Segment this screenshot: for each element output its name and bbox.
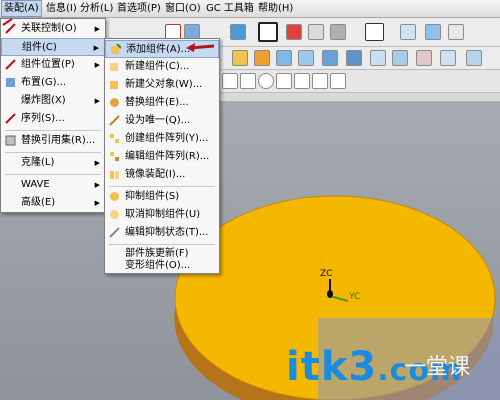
menu-gc-toolbox[interactable]: GC 工具箱 — [204, 1, 256, 16]
menu-item-cloning[interactable]: 克隆(L) ▶ — [1, 154, 105, 172]
layer-icon[interactable] — [400, 24, 416, 40]
menu-item-deformable-component[interactable]: 变形组件(O)... — [105, 259, 219, 273]
menu-help[interactable]: 帮助(H) — [256, 1, 295, 16]
watermark-cn: 一堂课 — [404, 355, 471, 380]
sweep-icon[interactable] — [322, 50, 338, 66]
extrude-icon[interactable] — [254, 50, 270, 66]
hidden-line-icon[interactable] — [330, 24, 346, 40]
unsuppress-icon — [110, 210, 119, 219]
menu-item-relationship-control[interactable]: 关联控制(O) ▶ — [1, 20, 105, 38]
replace-component-icon — [110, 98, 119, 107]
yc-label: YC — [348, 292, 360, 302]
snap-center-icon[interactable] — [258, 73, 274, 89]
surface-icon[interactable] — [232, 50, 248, 66]
make-unique-icon — [109, 115, 120, 126]
menu-item-new-component[interactable]: 新建组件(C)... — [105, 58, 219, 76]
menu-item-component-position[interactable]: 组件位置(P) ▶ — [1, 56, 105, 74]
menubar: 装配(A) 信息(I) 分析(L) 首选项(P) 窗口(O) GC 工具箱 帮助… — [0, 0, 500, 18]
snap-midpoint-icon[interactable] — [240, 73, 256, 89]
menu-item-components[interactable]: 组件(C) ▶ — [1, 38, 105, 56]
reference-set-icon — [5, 135, 16, 146]
edit-suppression-icon — [109, 227, 120, 238]
menu-item-arrangements[interactable]: 布置(G)... — [1, 74, 105, 92]
menu-analysis[interactable]: 分析(L) — [78, 1, 115, 16]
menu-item-replace-reference-set[interactable]: 替换引用集(R)... — [1, 132, 105, 150]
offset-icon[interactable] — [440, 50, 456, 66]
menu-item-create-component-array[interactable]: 创建组件阵列(Y)... — [105, 130, 219, 148]
snap-point-icon[interactable] — [312, 73, 328, 89]
snap-intersection-icon[interactable] — [294, 73, 310, 89]
snap-endpoint-icon[interactable] — [222, 73, 238, 89]
blend-icon[interactable] — [346, 50, 362, 66]
background-color-icon[interactable] — [365, 23, 384, 41]
menu-preferences[interactable]: 首选项(P) — [115, 1, 163, 16]
menu-item-mirror-assembly[interactable]: 镜像装配(I)... — [105, 166, 219, 184]
menu-assembly[interactable]: 装配(A) — [1, 0, 42, 17]
render-style-icon[interactable] — [258, 22, 278, 42]
edit-array-icon — [110, 152, 119, 161]
menu-item-replace-component[interactable]: 替换组件(E)... — [105, 94, 219, 112]
menu-separator — [5, 130, 101, 131]
menu-separator — [5, 174, 101, 175]
snap-control-icon[interactable] — [276, 73, 292, 89]
menu-window[interactable]: 窗口(O) — [163, 1, 203, 16]
menu-item-edit-suppression-state[interactable]: 编辑抑制状态(T)... — [105, 224, 219, 242]
link-icon — [5, 23, 16, 34]
array-icon — [110, 134, 119, 143]
menu-separator — [109, 186, 215, 187]
pattern-icon[interactable] — [392, 50, 408, 66]
assembly-menu: 关联控制(O) ▶ 组件(C) ▶ 组件位置(P) ▶ 布置(G)... 爆炸图(X)… — [0, 18, 106, 213]
new-parent-icon — [110, 81, 118, 89]
menu-item-edit-component-array[interactable]: 编辑组件阵列(R)... — [105, 148, 219, 166]
thicken-icon[interactable] — [466, 50, 482, 66]
cube-icon[interactable] — [230, 24, 246, 40]
menu-item-make-unique[interactable]: 设为唯一(Q)... — [105, 112, 219, 130]
wireframe-cube-icon[interactable] — [308, 24, 324, 40]
shaded-cube-icon[interactable] — [286, 24, 302, 40]
menu-item-add-component[interactable]: 添加组件(A)... — [105, 40, 219, 58]
zc-label: ZC — [320, 269, 332, 279]
sequence-icon — [5, 113, 16, 124]
suppress-icon — [110, 192, 119, 201]
more-icon[interactable] — [448, 24, 464, 40]
menu-item-unsuppress-component[interactable]: 取消抑制组件(U) — [105, 206, 219, 224]
menu-item-sequence[interactable]: 序列(S)... — [1, 110, 105, 128]
menu-item-wave[interactable]: WAVE ▶ — [1, 176, 105, 194]
snap-curve-icon[interactable] — [330, 73, 346, 89]
trim-icon[interactable] — [416, 50, 432, 66]
position-icon — [5, 59, 16, 70]
arrangement-icon — [6, 78, 15, 87]
menu-item-advanced[interactable]: 高级(E) ▶ — [1, 194, 105, 212]
menu-item-suppress-component[interactable]: 抑制组件(S) — [105, 188, 219, 206]
revolve-icon[interactable] — [276, 50, 292, 66]
components-submenu: 添加组件(A)... 新建组件(C)... 新建父对象(W)... 替换组件(E… — [104, 38, 220, 274]
new-component-icon — [110, 63, 118, 71]
menu-item-new-parent[interactable]: 新建父对象(W)... — [105, 76, 219, 94]
mesh-icon[interactable] — [370, 50, 386, 66]
mirror-icon — [110, 171, 119, 179]
menu-info[interactable]: 信息(I) — [44, 1, 79, 16]
add-component-icon — [111, 44, 121, 54]
menu-separator — [5, 152, 101, 153]
menu-item-exploded-views[interactable]: 爆炸图(X) ▶ — [1, 92, 105, 110]
origin-marker — [327, 290, 333, 298]
shell-icon[interactable] — [298, 50, 314, 66]
camera-icon[interactable] — [425, 24, 441, 40]
